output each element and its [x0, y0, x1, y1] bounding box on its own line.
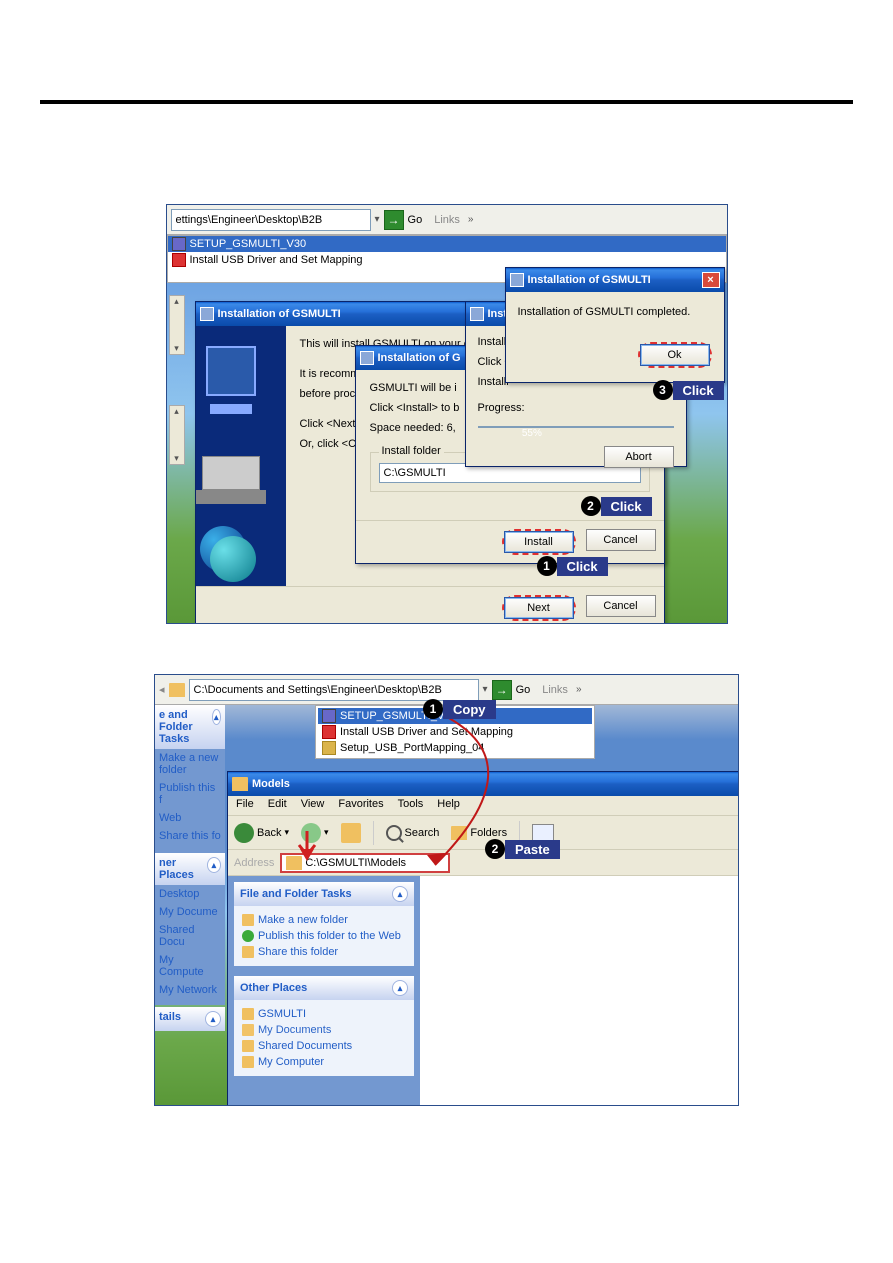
menu-file[interactable]: File	[236, 798, 254, 813]
badge-number: 3	[653, 380, 673, 400]
chevron-icon: »	[576, 684, 582, 695]
sidebar-link[interactable]: Make a new folder	[155, 749, 225, 779]
go-button[interactable]: →	[492, 680, 512, 700]
window-title: Installation of G	[378, 352, 461, 364]
progress-bar: 55%	[478, 426, 674, 428]
scroll-remnant: ▴▾	[169, 295, 185, 355]
page-divider	[40, 100, 853, 104]
highlight-circle: Ok	[638, 342, 712, 368]
badge-label: Click	[673, 381, 724, 400]
menu-edit[interactable]: Edit	[268, 798, 287, 813]
place-shared[interactable]: Shared Documents	[240, 1038, 408, 1054]
file-pdf[interactable]: Install USB Driver and Set Mapping	[168, 252, 726, 268]
sidebar-link[interactable]: My Compute	[155, 951, 225, 981]
file-label: Install USB Driver and Set Mapping	[190, 254, 363, 266]
address-label: Address	[234, 857, 274, 869]
cancel-button[interactable]: Cancel	[586, 529, 656, 551]
window-title: Installation of GSMULTI	[528, 274, 651, 286]
file-setup[interactable]: SETUP_GSMULTI_V30	[168, 236, 726, 252]
install-button[interactable]: Install	[504, 531, 574, 553]
ok-button[interactable]: Ok	[640, 344, 710, 366]
back-button[interactable]: Back▾	[234, 823, 289, 843]
annotation-paste: 2 Paste	[485, 839, 560, 859]
window-title: Installation of GSMULTI	[218, 308, 341, 320]
menu-view[interactable]: View	[301, 798, 325, 813]
installer-icon	[172, 237, 186, 251]
badge-label: Click	[557, 557, 608, 576]
folder-icon	[232, 777, 248, 791]
models-content-area	[420, 876, 738, 1105]
annotation-copy: 1 Copy	[423, 699, 496, 719]
annotation-3: 3 Click	[653, 380, 724, 400]
sidebar-link[interactable]: Shared Docu	[155, 921, 225, 951]
app-icon	[470, 307, 484, 321]
sidebar-link[interactable]: My Docume	[155, 903, 225, 921]
details-header[interactable]: tails▴	[155, 1007, 225, 1031]
parent-sidebar-partial: e and Folder Tasks▴ Make a new folder Pu…	[155, 705, 225, 1005]
wizard-sidebar-graphic	[196, 326, 286, 586]
badge-number: 2	[485, 839, 505, 859]
badge-label: Click	[601, 497, 652, 516]
sidebar-link[interactable]: Share this fo	[155, 827, 225, 845]
chevron-icon: »	[468, 214, 474, 225]
window-title: Models	[252, 778, 290, 790]
highlight-circle: Install	[502, 529, 576, 555]
annotation-2: 2 Click	[581, 496, 652, 516]
tasks-header[interactable]: File and Folder Tasks▴	[234, 882, 414, 906]
red-arrow-icon	[295, 829, 319, 863]
task-share[interactable]: Share this folder	[240, 944, 408, 960]
app-icon	[510, 273, 524, 287]
sidebar-link[interactable]: Publish this f	[155, 779, 225, 809]
explorer-address-bar: ▾ → Go Links »	[167, 205, 727, 235]
links-label: Links	[434, 214, 460, 226]
go-label: Go	[408, 214, 423, 226]
message-text: Installation of GSMULTI completed.	[518, 306, 712, 318]
scroll-remnant: ▴▾	[169, 405, 185, 465]
folder-icon	[169, 683, 185, 697]
sidebar-link[interactable]: Desktop	[155, 885, 225, 903]
sidebar-link[interactable]: My Network	[155, 981, 225, 999]
app-icon	[200, 307, 214, 321]
tasks-header[interactable]: e and Folder Tasks▴	[155, 705, 225, 749]
badge-number: 1	[537, 556, 557, 576]
place-mydocs[interactable]: My Documents	[240, 1022, 408, 1038]
app-icon	[360, 351, 374, 365]
places-header[interactable]: Other Places▴	[234, 976, 414, 1000]
sidebar-link: Web	[155, 809, 225, 827]
file-label: SETUP_GSMULTI_V30	[190, 238, 307, 250]
up-folder-icon[interactable]	[341, 823, 361, 843]
badge-label: Paste	[505, 840, 560, 859]
pdf-icon	[322, 725, 336, 739]
screenshot-2: ◂ ▾ → Go Links » e and Folder Tasks▴ Mak…	[154, 674, 739, 1106]
place-mycomputer[interactable]: My Computer	[240, 1054, 408, 1070]
links-label: Links	[542, 684, 568, 696]
pdf-icon	[172, 253, 186, 267]
next-button[interactable]: Next	[504, 597, 574, 619]
groupbox-label: Install folder	[379, 445, 444, 457]
installer-window-complete: Installation of GSMULTI × Installation o…	[505, 267, 725, 383]
places-header[interactable]: ner Places▴	[155, 853, 225, 885]
place-gsmulti[interactable]: GSMULTI	[240, 1006, 408, 1022]
installer-icon	[322, 709, 336, 723]
address-input[interactable]	[171, 209, 371, 231]
titlebar-4[interactable]: Installation of GSMULTI ×	[506, 268, 724, 292]
close-icon[interactable]: ×	[702, 272, 720, 288]
progress-label: Progress:	[478, 402, 674, 414]
screenshot-1: ▾ → Go Links » SETUP_GSMULTI_V30 Install…	[166, 204, 728, 624]
archive-icon	[322, 741, 336, 755]
go-button[interactable]: →	[384, 210, 404, 230]
cancel-button[interactable]: Cancel	[586, 595, 656, 617]
go-label: Go	[516, 684, 531, 696]
abort-button[interactable]: Abort	[604, 446, 674, 468]
badge-number: 2	[581, 496, 601, 516]
highlight-circle: Next	[502, 595, 576, 621]
badge-number: 1	[423, 699, 443, 719]
address-input[interactable]	[189, 679, 479, 701]
annotation-1: 1 Click	[537, 556, 608, 576]
task-publish[interactable]: Publish this folder to the Web	[240, 928, 408, 944]
task-new-folder[interactable]: Make a new folder	[240, 912, 408, 928]
models-sidebar: File and Folder Tasks▴ Make a new folder…	[228, 876, 420, 1105]
badge-label: Copy	[443, 700, 496, 719]
